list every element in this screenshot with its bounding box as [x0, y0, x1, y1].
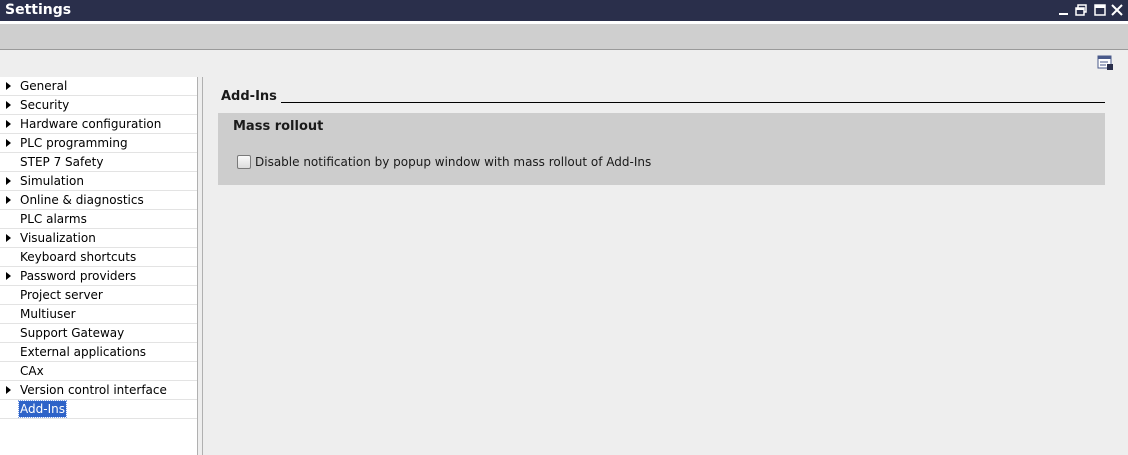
sidebar-item-cax[interactable]: CAx: [0, 362, 197, 381]
expand-arrow-icon[interactable]: [6, 177, 11, 185]
sidebar-item-simulation[interactable]: Simulation: [0, 172, 197, 191]
expand-arrow-icon[interactable]: [6, 139, 11, 147]
sidebar-item-online-diagnostics[interactable]: Online & diagnostics: [0, 191, 197, 210]
sidebar-item-external-applications[interactable]: External applications: [0, 343, 197, 362]
title-bar: Settings: [0, 0, 1128, 21]
sidebar-item-label: Keyboard shortcuts: [20, 250, 137, 264]
expand-arrow-icon[interactable]: [6, 386, 11, 394]
maximize-icon[interactable]: [1093, 3, 1107, 17]
sidebar-item-step-7-safety[interactable]: STEP 7 Safety: [0, 153, 197, 172]
sidebar-item-support-gateway[interactable]: Support Gateway: [0, 324, 197, 343]
sidebar-item-label: Simulation: [20, 174, 84, 188]
sidebar-item-label: Support Gateway: [20, 326, 125, 340]
sidebar-item-hardware-configuration[interactable]: Hardware configuration: [0, 115, 197, 134]
sidebar-item-label: Version control interface: [20, 383, 167, 397]
expand-arrow-icon[interactable]: [6, 196, 11, 204]
sidebar-item-label: Multiuser: [20, 307, 76, 321]
sidebar-item-label: Password providers: [20, 269, 137, 283]
group-title: Mass rollout: [233, 119, 324, 134]
sidebar-item-label: CAx: [20, 364, 44, 378]
toolbar: [0, 24, 1128, 50]
minimize-icon[interactable]: [1057, 3, 1071, 17]
section-title: Add-Ins: [221, 89, 277, 104]
sidebar-item-version-control-interface[interactable]: Version control interface: [0, 381, 197, 400]
sidebar-item-label: PLC programming: [20, 136, 128, 150]
disable-popup-checkbox[interactable]: [237, 155, 251, 169]
sidebar-item-project-server[interactable]: Project server: [0, 286, 197, 305]
settings-sidebar: General Security Hardware configuration PLC…: [0, 77, 197, 455]
sidebar-item-label: General: [20, 79, 68, 93]
sidebar-item-label: Visualization: [20, 231, 96, 245]
sidebar-item-label: Hardware configuration: [20, 117, 162, 131]
sidebar-item-general[interactable]: General: [0, 77, 197, 96]
sidebar-item-label: Online & diagnostics: [20, 193, 144, 207]
sidebar-item-plc-alarms[interactable]: PLC alarms: [0, 210, 197, 229]
sidebar-item-add-ins[interactable]: Add-Ins: [0, 400, 197, 419]
sidebar-item-label: Add-Ins: [18, 400, 67, 418]
sidebar-item-plc-programming[interactable]: PLC programming: [0, 134, 197, 153]
sidebar-item-password-providers[interactable]: Password providers: [0, 267, 197, 286]
sidebar-splitter[interactable]: [197, 77, 207, 455]
settings-view-icon[interactable]: [1097, 55, 1115, 71]
sidebar-item-security[interactable]: Security: [0, 96, 197, 115]
settings-nav-list: General Security Hardware configuration PLC…: [0, 77, 197, 419]
restore-icon[interactable]: [1074, 3, 1088, 17]
expand-arrow-icon[interactable]: [6, 120, 11, 128]
expand-arrow-icon[interactable]: [6, 272, 11, 280]
window-title: Settings: [5, 2, 72, 18]
section-divider: [281, 102, 1105, 103]
sidebar-item-visualization[interactable]: Visualization: [0, 229, 197, 248]
sidebar-item-label: Security: [20, 98, 70, 112]
expand-arrow-icon[interactable]: [6, 82, 11, 90]
expand-arrow-icon[interactable]: [6, 101, 11, 109]
disable-popup-label: Disable notification by popup window wit…: [255, 155, 652, 169]
mass-rollout-group: Mass rollout Disable notification by pop…: [218, 113, 1105, 185]
sidebar-item-label: PLC alarms: [20, 212, 87, 226]
sidebar-item-label: STEP 7 Safety: [20, 155, 104, 169]
sidebar-item-label: Project server: [20, 288, 103, 302]
sidebar-item-label: External applications: [20, 345, 147, 359]
sidebar-item-keyboard-shortcuts[interactable]: Keyboard shortcuts: [0, 248, 197, 267]
expand-arrow-icon[interactable]: [6, 234, 11, 242]
close-icon[interactable]: [1110, 3, 1124, 17]
sidebar-item-multiuser[interactable]: Multiuser: [0, 305, 197, 324]
